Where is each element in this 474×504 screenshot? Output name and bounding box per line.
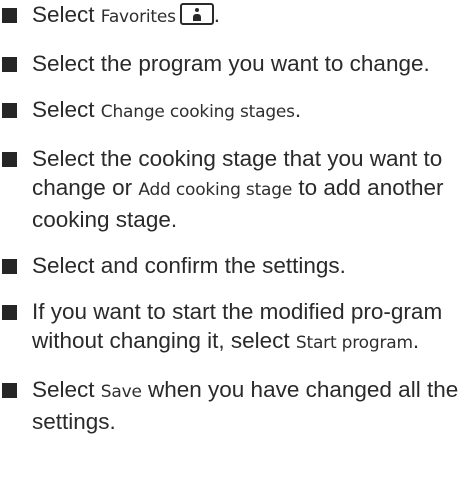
step-select-favorites: Select Favorites. — [0, 0, 474, 32]
bullet-square-icon — [2, 383, 17, 398]
step-text: Select and confirm the settings. — [32, 253, 346, 278]
bullet-square-icon — [2, 152, 17, 167]
favorites-person-icon — [179, 3, 214, 25]
bullet-square-icon — [2, 57, 17, 72]
step-text: Select — [32, 2, 101, 27]
ui-term-start-program: Start program — [295, 333, 413, 353]
bullet-square-icon — [2, 8, 17, 23]
bullet-square-icon — [2, 103, 17, 118]
ui-term-save: Save — [100, 382, 142, 402]
step-text-end: . — [294, 97, 302, 122]
bullet-square-icon — [2, 259, 17, 274]
step-confirm-settings: Select and confirm the settings. — [0, 251, 474, 280]
step-save: Select Save when you have changed all th… — [0, 375, 474, 436]
step-change-cooking-stages: Select Change cooking stages. — [0, 95, 474, 127]
step-text: Select — [32, 97, 101, 122]
ui-term-change-cooking-stages: Change cooking stages — [100, 102, 295, 122]
step-select-cooking-stage: Select the cooking stage that you want t… — [0, 144, 474, 234]
step-start-program: If you want to start the modified pro-gr… — [0, 297, 474, 358]
step-text: Select — [32, 377, 101, 402]
bullet-square-icon — [2, 305, 17, 320]
step-text-end: . — [412, 328, 420, 353]
ui-term-add-cooking-stage: Add cooking stage — [138, 180, 293, 200]
instruction-list: Select Favorites. Select the program you… — [0, 0, 474, 453]
step-text-end: . — [213, 2, 221, 27]
step-select-program: Select the program you want to change. — [0, 49, 474, 78]
step-text: Select the program you want to change. — [32, 51, 430, 76]
ui-term-favorites: Favorites — [100, 7, 176, 27]
